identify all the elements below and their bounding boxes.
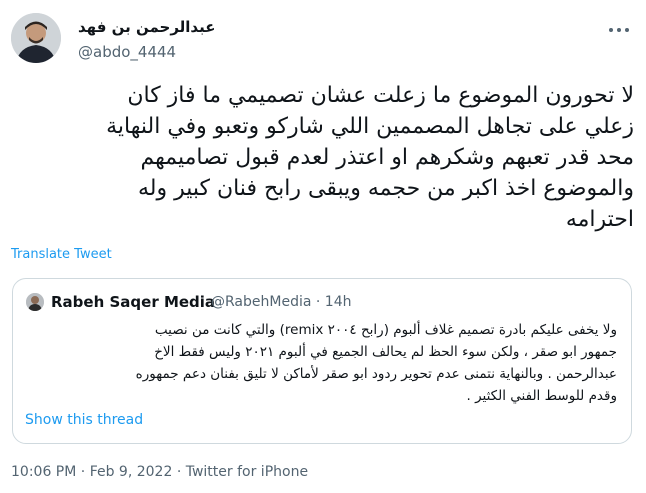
quote-text-line: عبدالرحمن . وبالنهاية نتمنى عدم تحوير رد… [135,366,617,382]
tweet-text-line: زعلي على تجاهل المصممين اللي شاركو وتعبو… [106,114,634,139]
tweet-text-line: محد قدر تعبهم وشكرهم او اعتذر لعدم قبول … [140,145,634,170]
quote-text-line: وقدم للوسط الفني الكثير . [466,388,618,404]
more-horizontal-icon [617,28,621,32]
translate-tweet-link[interactable]: Translate Tweet [11,247,112,262]
quote-text-line: جمهور ابو صقر ، ولكن سوء الحظ لم يحالف ا… [154,344,617,360]
footer-separator: · [176,464,182,480]
author-display-name[interactable]: عبدالرحمن بن فهد [78,18,215,36]
quote-text-line: ولا يخفى عليكم بادرة تصميم غلاف ألبوم (ر… [154,322,617,338]
tweet-text-line: احترامه [565,207,634,232]
tweet-footer: 10:06 PM · Feb 9, 2022 · Twitter for iPh… [11,464,308,480]
tweet-source[interactable]: Twitter for iPhone [186,464,308,480]
quote-author-avatar [26,293,44,311]
quote-separator: · [315,294,321,310]
more-horizontal-icon [625,28,629,32]
author-handle[interactable]: @abdo_4444 [78,43,176,61]
show-thread-link[interactable]: Show this thread [25,412,143,428]
quote-text: ولا يخفى عليكم بادرة تصميم غلاف ألبوم (ر… [25,319,617,407]
tweet-text-line: لا تحورون الموضوع ما زعلت عشان تصميمي ما… [127,83,634,108]
tweet-text: لا تحورون الموضوع ما زعلت عشان تصميمي ما… [10,80,634,235]
quote-author-handle: @RabehMedia [211,294,312,310]
more-options-button[interactable] [606,20,632,40]
quoted-tweet[interactable]: Rabeh Saqer Media @RabehMedia · 14h ولا … [12,278,632,444]
more-horizontal-icon [609,28,613,32]
author-avatar[interactable] [11,13,61,63]
quote-time: 14h [324,294,352,310]
tweet-text-line: والموضوع اخذ اكبر من حجمه ويبقى رابح فنا… [137,176,634,201]
footer-separator: · [80,464,86,480]
tweet-date[interactable]: Feb 9, 2022 [90,464,173,480]
quote-meta: @RabehMedia · 14h [211,294,351,310]
tweet-timestamp[interactable]: 10:06 PM [11,464,76,480]
quote-author-name: Rabeh Saqer Media [51,293,216,311]
